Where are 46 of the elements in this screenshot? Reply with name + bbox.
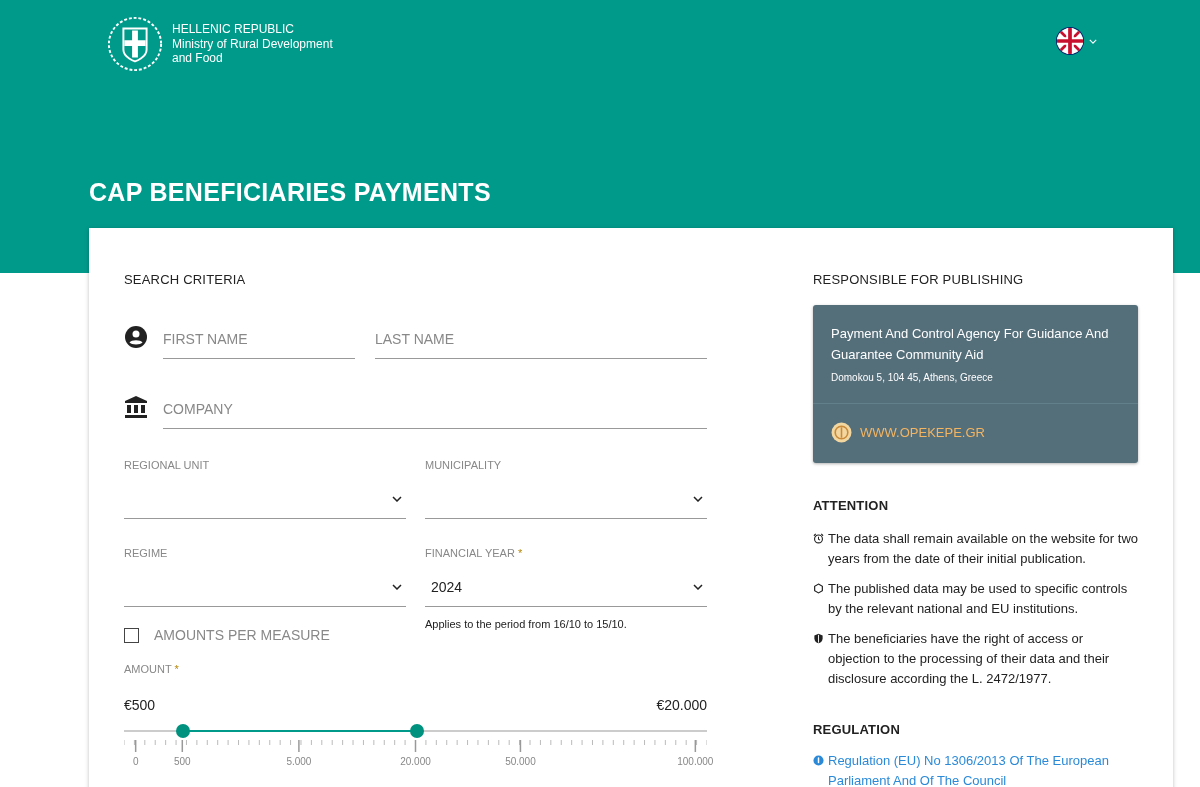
page-title: CAP BENEFICIARIES PAYMENTS <box>89 178 492 207</box>
amount-label: AMOUNT * <box>124 663 180 675</box>
section-heading: ATTENTION <box>813 498 890 513</box>
language-selector[interactable] <box>1056 26 1097 56</box>
hint-text: Applies to the period from 16/10 to 15/10. <box>425 618 628 630</box>
slider-thumb[interactable] <box>410 724 425 738</box>
select-label: REGIONAL UNIT <box>124 459 211 471</box>
section-heading: SEARCH CRITERIA <box>124 272 247 287</box>
min-amount: €500 <box>124 697 156 713</box>
tick-label: 0 <box>132 756 139 767</box>
select-label: MUNICIPALITY <box>425 459 503 471</box>
bank-icon <box>124 395 148 419</box>
info-icon <box>813 755 824 766</box>
select-label: REGIME <box>124 547 169 559</box>
checkbox[interactable] <box>124 627 139 643</box>
alarm-clock-icon <box>813 533 824 544</box>
tick-label: 20.000 <box>400 756 431 767</box>
dropdown-select[interactable]: 2024 <box>425 568 707 607</box>
select-label: FINANCIAL YEAR * <box>425 547 524 559</box>
checkbox-label: AMOUNTS PER MEASURE <box>154 627 330 643</box>
chevron-down-icon <box>392 584 402 590</box>
agency-address: Domokou 5, 104 45, Athens, Greece <box>831 372 994 383</box>
section-heading: REGULATION <box>813 722 901 737</box>
shield-icon <box>813 633 824 644</box>
range-slider[interactable] <box>124 724 707 738</box>
tick-label: 50.000 <box>505 756 536 767</box>
tick-label: 100.000 <box>677 756 714 767</box>
chevron-down-icon <box>392 496 402 502</box>
notice-text: The published data may be used to specific controls by the relevant national and EU institutions. <box>828 580 1129 618</box>
slider-thumb[interactable] <box>175 724 190 738</box>
chevron-down-icon <box>693 584 703 590</box>
section-heading: RESPONSIBLE FOR PUBLISHING <box>813 272 1025 287</box>
regulation-link[interactable]: Regulation (EU) No 1306/2013 Of The European Parliament And Of The Council <box>828 751 1138 787</box>
agency-name: Payment And Control Agency For Guidance And Guarantee Community Aid <box>831 325 1110 364</box>
person-icon <box>124 325 148 349</box>
chevron-down-icon <box>1089 38 1097 44</box>
max-amount: €20.000 <box>656 697 707 713</box>
agency-logo-icon <box>831 422 852 443</box>
notice-text: The data shall remain available on the website for two years from the date of their initial publication. <box>828 530 1138 568</box>
tick-label: 500 <box>173 756 191 767</box>
ministry-name: HELLENIC REPUBLIC Ministry of Rural Development and Food <box>172 22 333 66</box>
tick-label: 5.000 <box>286 756 312 767</box>
coat-of-arms-logo <box>106 15 164 73</box>
website-link[interactable]: WWW.OPEKEPE.GR <box>860 425 985 440</box>
notice-text: The beneficiaries have the right of access or objection to the processing of their data and their disclosure according the L. 2472/1977. <box>828 630 1111 688</box>
chevron-down-icon <box>693 496 703 502</box>
